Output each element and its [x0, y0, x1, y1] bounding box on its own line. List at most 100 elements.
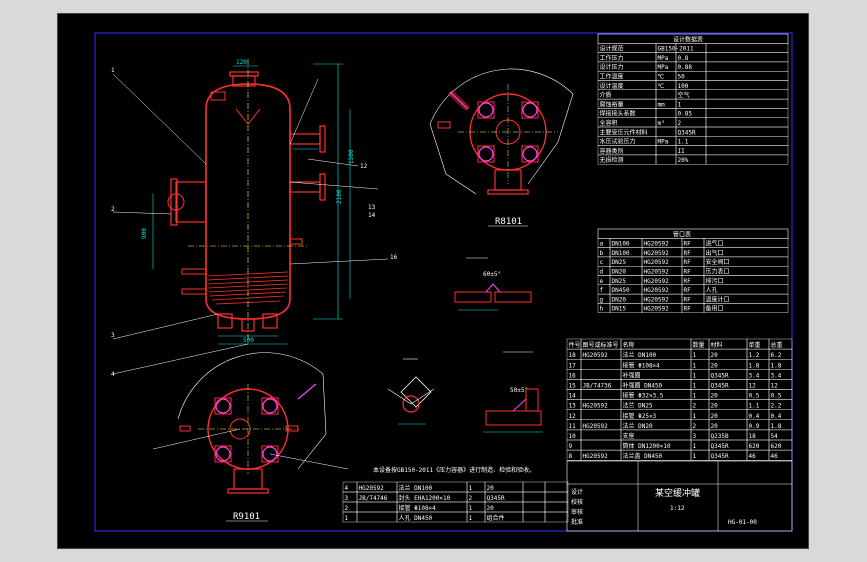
title-block: 某空缓冲罐 1:12 HG-01-00 设计 校核 审核 批准 — [566, 460, 793, 532]
bottom-bom-cell-text: 2 — [345, 505, 349, 512]
spec-cell — [655, 154, 677, 165]
spec-cell — [705, 126, 789, 137]
bom-cell-text: 46 — [771, 453, 779, 460]
spec-cell — [655, 145, 677, 156]
spec-cell-text: 100 — [678, 83, 689, 90]
bom-cell-text: 筒体 DN1200×10 — [623, 442, 672, 450]
nozzle-cell-text: 人孔 — [706, 286, 718, 294]
nozzle-cell-text: RF — [684, 278, 692, 285]
bom-cell-text: 9 — [569, 443, 573, 450]
bom-cell-text: 3.4 — [771, 372, 782, 379]
bom-cell-text: 0.4 — [749, 413, 760, 420]
spec-cell-text: MPa — [658, 139, 669, 146]
bom-cell-text: 1 — [693, 362, 697, 369]
bom-cell-text: 20 — [711, 423, 719, 430]
nozzle-cell-text: d — [600, 269, 604, 276]
callout-12: 12 — [360, 163, 368, 170]
spec-cell-text: 介质 — [600, 91, 612, 99]
nozzle-cell-text: RF — [684, 306, 692, 313]
bom-cell-text: 1 — [693, 372, 697, 379]
bom-cell-text: 11 — [569, 423, 577, 430]
spec-cell-text: 2 — [678, 120, 682, 127]
bottom-bom-cell-text: 20 — [487, 485, 495, 492]
bom-cell-text: 10 — [569, 433, 577, 440]
bom-cell-text: 2 — [693, 423, 697, 430]
bom-cell-text: 620 — [771, 443, 782, 450]
bom-cell-text: Q235B — [711, 433, 729, 440]
spec-cell-text: Q345R — [678, 129, 696, 136]
spec-cell-text: GB150-2011 — [658, 46, 695, 53]
bottom-bom-cell — [356, 511, 398, 523]
bom-cell — [580, 369, 622, 380]
spec-cell-text: 设计压力 — [600, 63, 624, 71]
view-label-top: R8101 — [495, 217, 522, 227]
dim-shell: 1500 — [348, 149, 355, 164]
tb-check: 校核 — [571, 498, 583, 506]
nozzle-title: 管口表 — [673, 230, 691, 238]
spec-cell — [705, 98, 789, 109]
nozzle-cell-text: HG20592 — [644, 296, 670, 303]
bom-cell-text: 12 — [771, 383, 779, 390]
bottom-bom-cell-text: 人孔 DN450 — [399, 514, 433, 522]
callout-4: 4 — [111, 371, 115, 378]
nozzle-cell-text: DN15 — [612, 306, 627, 313]
nozzle-cell-text: DN450 — [612, 287, 630, 294]
spec-cell-text: 无损检测 — [600, 156, 624, 164]
spec-cell-text: 主要受压元件材料 — [600, 128, 648, 136]
nozzle-cell-text: h — [600, 306, 604, 313]
nozzle-cell-text: RF — [684, 241, 692, 248]
callout-14: 14 — [368, 212, 376, 219]
bom-cell-text: 18 — [749, 433, 757, 440]
bom-cell-text: 14 — [569, 393, 577, 400]
spec-cell — [705, 154, 789, 165]
spec-cell-text: MPa — [658, 64, 669, 71]
bom-cell-text: 总重 — [771, 341, 783, 349]
nozzle-title-cell — [597, 228, 789, 239]
callout-3: 3 — [111, 332, 115, 339]
bottom-bom-cell — [356, 501, 398, 513]
spec-cell-text: mm — [658, 101, 666, 108]
nozzle-cell-text: c — [600, 259, 604, 266]
spec-cell — [705, 80, 789, 91]
nozzle-cell-text: DN20 — [612, 269, 627, 276]
tb-design: 设计 — [571, 488, 583, 496]
spec-cell-text: 1 — [678, 101, 682, 108]
bom-cell-text: 1.8 — [771, 362, 782, 369]
top-plan-view: R8101 — [429, 68, 574, 227]
nozzle-cell-text: RF — [684, 259, 692, 266]
bom-cell — [580, 409, 622, 421]
spec-cell — [705, 61, 789, 72]
bottom-bom-cell-text: 接管 Φ108×4 — [399, 504, 437, 512]
bottom-bom-cell-text: 1 — [469, 515, 473, 522]
bottom-bom-cell-text: 封头 EHA1200×10 — [399, 494, 451, 502]
bom-cell — [580, 359, 622, 370]
spec-cell-text: 空气 — [678, 91, 690, 99]
bom-cell-text: Q345R — [711, 372, 729, 379]
spec-cell-text: 0.8 — [678, 55, 689, 62]
bom-cell-text: 法兰盖 DN450 — [623, 452, 663, 460]
bom-cell-text: 法兰 DN25 — [623, 402, 653, 410]
bom-cell-text: Q345R — [711, 453, 729, 460]
spec-cell — [655, 89, 677, 100]
bottom-bom-cell — [522, 491, 546, 503]
nozzle-cell-text: 排污口 — [706, 277, 724, 285]
nozzle-cell-text: HG20592 — [644, 259, 670, 266]
nozzle-cell-text: DN20 — [612, 296, 627, 303]
bom-cell-text: HG20592 — [583, 403, 609, 410]
bottom-bom-cell — [544, 511, 569, 523]
nozzle-cell-text: HG20592 — [644, 250, 670, 257]
tb-review: 审核 — [571, 508, 583, 516]
bom-table: 件号 图号或标准号 名称 数量 材料 单重 总重18 HG20592 法兰 DN100 1 20 1.… — [566, 338, 793, 461]
nozzle-cell-text: HG20592 — [644, 269, 670, 276]
bom-cell-text: HG20592 — [583, 352, 609, 359]
spec-cell-text: ℃ — [658, 83, 665, 90]
bottom-bom-cell — [544, 481, 569, 493]
bottom-bom-cell-text: 4 — [345, 485, 349, 492]
dim-bottom: 500 — [243, 337, 254, 344]
drawing-viewport[interactable]: 120 2100 1500 900 500 1 2 3 4 12 16 13 1… — [57, 13, 809, 549]
bom-cell-text: 6.2 — [771, 352, 782, 359]
bom-cell-text: 材料 — [711, 341, 723, 349]
nozzle-cell-text: 温度计口 — [706, 295, 730, 303]
spec-cell-text: 全容积 — [600, 119, 618, 127]
nozzle-table: 管口表 a DN100 HG20592 RF 进气口 b DN100 HG20592 RF 出气口 c… — [597, 228, 789, 313]
